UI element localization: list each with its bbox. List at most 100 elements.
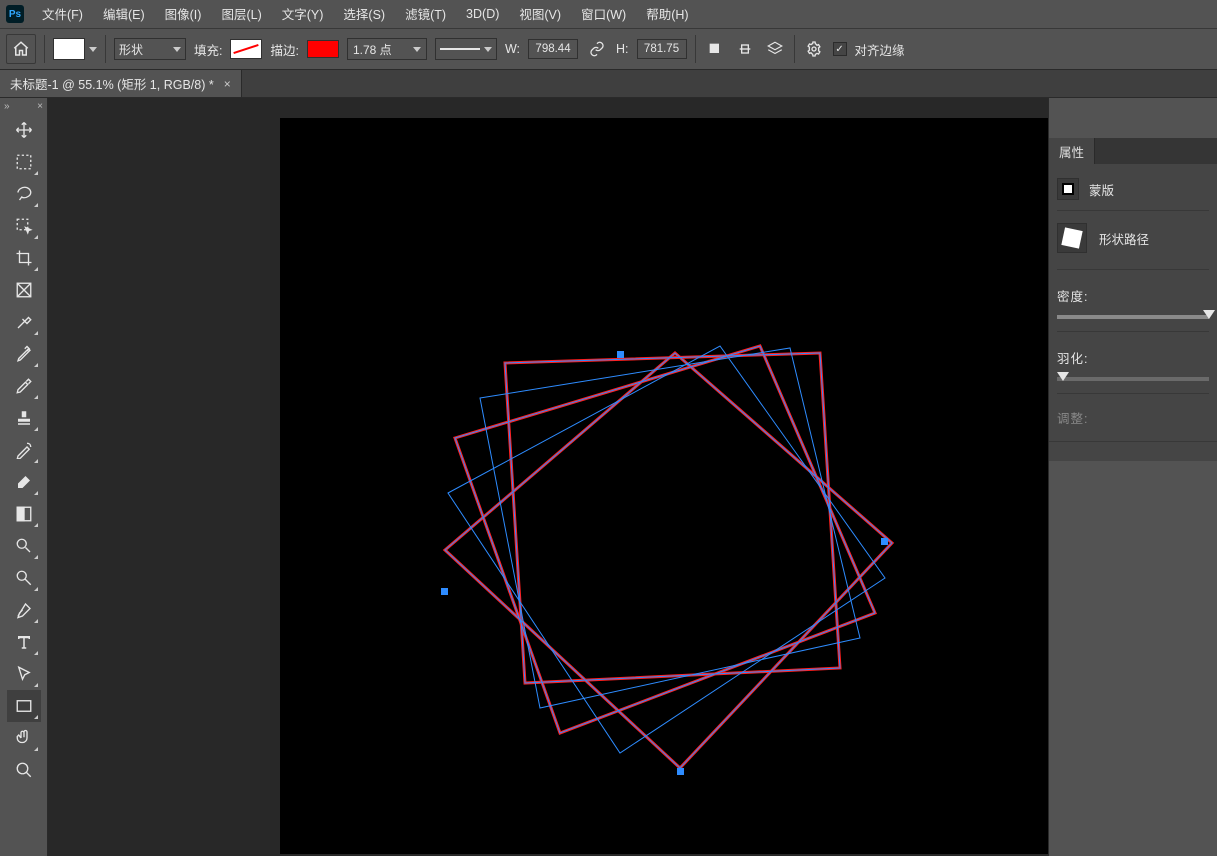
clone-stamp-tool[interactable] bbox=[7, 402, 41, 434]
feather-label: 羽化: bbox=[1057, 348, 1209, 367]
separator bbox=[44, 35, 45, 63]
quick-select-tool[interactable] bbox=[7, 210, 41, 242]
tool-flyout-icon bbox=[34, 715, 38, 719]
hand-tool[interactable] bbox=[7, 722, 41, 754]
frame-icon bbox=[15, 281, 33, 299]
gear-icon bbox=[806, 41, 822, 57]
zoom-tool[interactable] bbox=[7, 754, 41, 786]
menu-view[interactable]: 视图(V) bbox=[509, 0, 571, 29]
marquee-tool[interactable] bbox=[7, 146, 41, 178]
density-slider[interactable] bbox=[1057, 315, 1209, 319]
stamp-icon bbox=[15, 409, 33, 427]
tab-properties[interactable]: 属性 bbox=[1049, 138, 1095, 164]
pen-tool[interactable] bbox=[7, 562, 41, 594]
history-brush-icon bbox=[15, 441, 33, 459]
stroke-swatch[interactable] bbox=[307, 40, 339, 58]
extra-options-button[interactable] bbox=[803, 38, 825, 60]
healing-brush-tool[interactable] bbox=[7, 338, 41, 370]
hand-icon bbox=[15, 729, 33, 747]
canvas-area[interactable] bbox=[48, 98, 1048, 856]
shape-path-thumbnail[interactable] bbox=[1057, 223, 1087, 253]
tool-flyout-icon bbox=[34, 651, 38, 655]
app-badge-icon: Ps bbox=[6, 5, 24, 23]
menu-edit[interactable]: 编辑(E) bbox=[93, 0, 155, 29]
document-tab[interactable]: 未标题-1 @ 55.1% (矩形 1, RGB/8) * × bbox=[0, 70, 242, 97]
eraser-icon bbox=[15, 473, 33, 491]
width-input[interactable] bbox=[528, 39, 578, 59]
brush-tool[interactable] bbox=[7, 370, 41, 402]
align-edges-label: 对齐边缘 bbox=[855, 40, 905, 59]
menu-help[interactable]: 帮助(H) bbox=[636, 0, 698, 29]
path-arrange-button[interactable] bbox=[764, 38, 786, 60]
rectangle-icon bbox=[15, 697, 33, 715]
type-tool[interactable] bbox=[7, 626, 41, 658]
chevron-down-icon bbox=[484, 47, 492, 52]
toolbox-collapse[interactable]: »× bbox=[0, 98, 47, 114]
tool-flyout-icon bbox=[34, 395, 38, 399]
tool-mode-value: 形状 bbox=[119, 41, 143, 58]
menu-select[interactable]: 选择(S) bbox=[333, 0, 395, 29]
tool-mode-select[interactable]: 形状 bbox=[114, 38, 186, 60]
frame-tool[interactable] bbox=[7, 274, 41, 306]
rectangle-shape-tool[interactable] bbox=[7, 690, 41, 722]
path-combine-icon bbox=[707, 41, 723, 57]
fill-swatch[interactable] bbox=[230, 39, 262, 59]
dodge-tool[interactable] bbox=[7, 530, 41, 562]
move-icon bbox=[15, 121, 33, 139]
gradient-icon bbox=[15, 505, 33, 523]
home-icon bbox=[12, 40, 30, 58]
chevron-right-icon: » bbox=[4, 101, 10, 112]
path-align-button[interactable] bbox=[734, 38, 756, 60]
eraser-tool[interactable] bbox=[7, 466, 41, 498]
workspace: »× bbox=[0, 98, 1217, 856]
menu-filter[interactable]: 滤镜(T) bbox=[395, 0, 456, 29]
menu-image[interactable]: 图像(I) bbox=[155, 0, 212, 29]
menu-layer[interactable]: 图层(L) bbox=[211, 0, 271, 29]
curvature-pen-tool[interactable] bbox=[7, 594, 41, 626]
stroke-style-select[interactable] bbox=[435, 38, 497, 60]
eyedropper-icon bbox=[15, 313, 33, 331]
canvas-content bbox=[280, 118, 1048, 854]
pen-icon bbox=[15, 569, 33, 587]
tool-flyout-icon bbox=[34, 427, 38, 431]
density-label: 密度: bbox=[1057, 286, 1209, 305]
gradient-tool[interactable] bbox=[7, 498, 41, 530]
eyedropper-tool[interactable] bbox=[7, 306, 41, 338]
shape-path-label: 形状路径 bbox=[1099, 229, 1149, 248]
menu-3d[interactable]: 3D(D) bbox=[456, 2, 509, 27]
menu-bar: Ps 文件(F) 编辑(E) 图像(I) 图层(L) 文字(Y) 选择(S) 滤… bbox=[0, 0, 1217, 28]
path-selection-tool[interactable] bbox=[7, 658, 41, 690]
menu-file[interactable]: 文件(F) bbox=[32, 0, 93, 29]
healing-icon bbox=[15, 345, 33, 363]
align-edges-checkbox[interactable]: ✓ bbox=[833, 42, 847, 56]
menu-type[interactable]: 文字(Y) bbox=[272, 0, 334, 29]
path-operations-button[interactable] bbox=[704, 38, 726, 60]
tool-flyout-icon bbox=[34, 683, 38, 687]
color-swatch-icon bbox=[53, 38, 85, 60]
menu-window[interactable]: 窗口(W) bbox=[571, 0, 636, 29]
link-dimensions-button[interactable] bbox=[586, 38, 608, 60]
separator bbox=[105, 35, 106, 63]
lasso-icon bbox=[15, 185, 33, 203]
align-icon bbox=[737, 41, 753, 57]
tool-flyout-icon bbox=[34, 523, 38, 527]
height-input[interactable] bbox=[637, 39, 687, 59]
lasso-tool[interactable] bbox=[7, 178, 41, 210]
panel-dock-header[interactable] bbox=[1048, 98, 1217, 138]
crop-tool[interactable] bbox=[7, 242, 41, 274]
stroke-width-select[interactable]: 1.78 点 bbox=[347, 38, 427, 60]
tool-flyout-icon bbox=[34, 459, 38, 463]
chevron-down-icon bbox=[413, 47, 421, 52]
stroke-label: 描边: bbox=[270, 40, 298, 59]
feather-slider[interactable] bbox=[1057, 377, 1209, 381]
document-canvas[interactable] bbox=[280, 118, 1048, 854]
separator bbox=[695, 35, 696, 63]
tool-flyout-icon bbox=[34, 747, 38, 751]
panel-footer bbox=[1049, 441, 1217, 461]
close-icon[interactable]: × bbox=[37, 101, 43, 112]
close-icon[interactable]: × bbox=[224, 77, 231, 91]
move-tool[interactable] bbox=[7, 114, 41, 146]
history-brush-tool[interactable] bbox=[7, 434, 41, 466]
home-button[interactable] bbox=[6, 34, 36, 64]
foreground-swatch[interactable] bbox=[53, 38, 97, 60]
